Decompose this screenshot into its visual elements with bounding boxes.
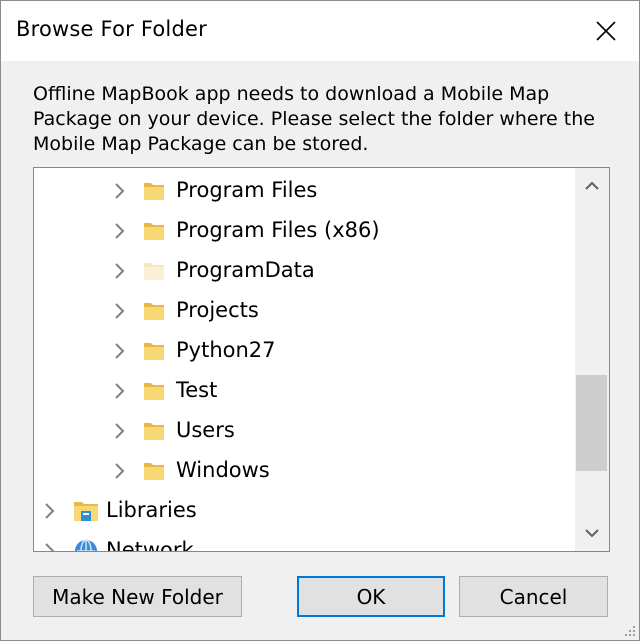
folder-hidden-icon — [144, 263, 164, 280]
tree-item-label: Python27 — [176, 338, 276, 362]
folder-icon — [144, 183, 164, 200]
chevron-right-icon[interactable] — [112, 462, 128, 480]
scroll-up-button[interactable] — [575, 168, 609, 204]
close-icon — [596, 21, 616, 41]
tree-item-python27[interactable]: Python27 — [34, 331, 574, 371]
title-bar: Browse For Folder — [1, 1, 639, 61]
dialog-description: Offline MapBook app needs to download a … — [33, 83, 595, 155]
network-icon — [75, 539, 97, 551]
tree-item-projects[interactable]: Projects — [34, 291, 574, 331]
chevron-right-icon[interactable] — [112, 302, 128, 320]
chevron-down-icon — [585, 529, 599, 538]
tree-item-label: Network — [106, 538, 194, 552]
tree-item-label: Program Files (x86) — [176, 218, 380, 242]
chevron-right-icon[interactable] — [112, 342, 128, 360]
folder-icon — [144, 383, 164, 400]
chevron-up-icon — [585, 181, 599, 190]
folder-icon — [144, 343, 164, 360]
chevron-right-icon[interactable] — [112, 262, 128, 280]
tree-item-network[interactable]: Network — [34, 531, 574, 552]
tree-item-label: ProgramData — [176, 258, 315, 282]
tree-item-label: Users — [176, 418, 235, 442]
folder-icon — [144, 303, 164, 320]
vertical-scrollbar[interactable] — [575, 168, 609, 551]
resize-grip-icon[interactable] — [624, 625, 636, 637]
tree-item-programdata[interactable]: ProgramData — [34, 251, 574, 291]
dialog-title: Browse For Folder — [16, 17, 207, 41]
folder-tree[interactable]: Program Files Program Files (x86) Progra… — [33, 167, 610, 552]
chevron-right-icon[interactable] — [112, 182, 128, 200]
folder-icon — [144, 223, 164, 240]
browse-for-folder-dialog: Browse For Folder Offline MapBook app ne… — [0, 0, 640, 641]
chevron-right-icon[interactable] — [42, 502, 58, 520]
chevron-right-icon[interactable] — [112, 422, 128, 440]
tree-item-program-files-x86[interactable]: Program Files (x86) — [34, 211, 574, 251]
tree-item-test[interactable]: Test — [34, 371, 574, 411]
tree-item-label: Windows — [176, 458, 270, 482]
scroll-thumb[interactable] — [576, 375, 607, 471]
cancel-button[interactable]: Cancel — [459, 576, 608, 617]
scroll-down-button[interactable] — [575, 515, 609, 551]
folder-icon — [144, 463, 164, 480]
tree-item-windows[interactable]: Windows — [34, 451, 574, 491]
tree-item-label: Projects — [176, 298, 259, 322]
tree-item-label: Program Files — [176, 178, 318, 202]
ok-button[interactable]: OK — [297, 576, 445, 617]
tree-item-libraries[interactable]: Libraries — [34, 491, 574, 531]
make-new-folder-button[interactable]: Make New Folder — [33, 576, 242, 617]
close-button[interactable] — [583, 9, 629, 53]
tree-item-label: Test — [176, 378, 218, 402]
libraries-icon — [74, 502, 98, 521]
tree-item-label: Libraries — [106, 498, 197, 522]
tree-item-users[interactable]: Users — [34, 411, 574, 451]
folder-icon — [144, 423, 164, 440]
tree-item-program-files[interactable]: Program Files — [34, 171, 574, 211]
chevron-right-icon[interactable] — [112, 222, 128, 240]
chevron-right-icon[interactable] — [42, 542, 58, 552]
chevron-right-icon[interactable] — [112, 382, 128, 400]
